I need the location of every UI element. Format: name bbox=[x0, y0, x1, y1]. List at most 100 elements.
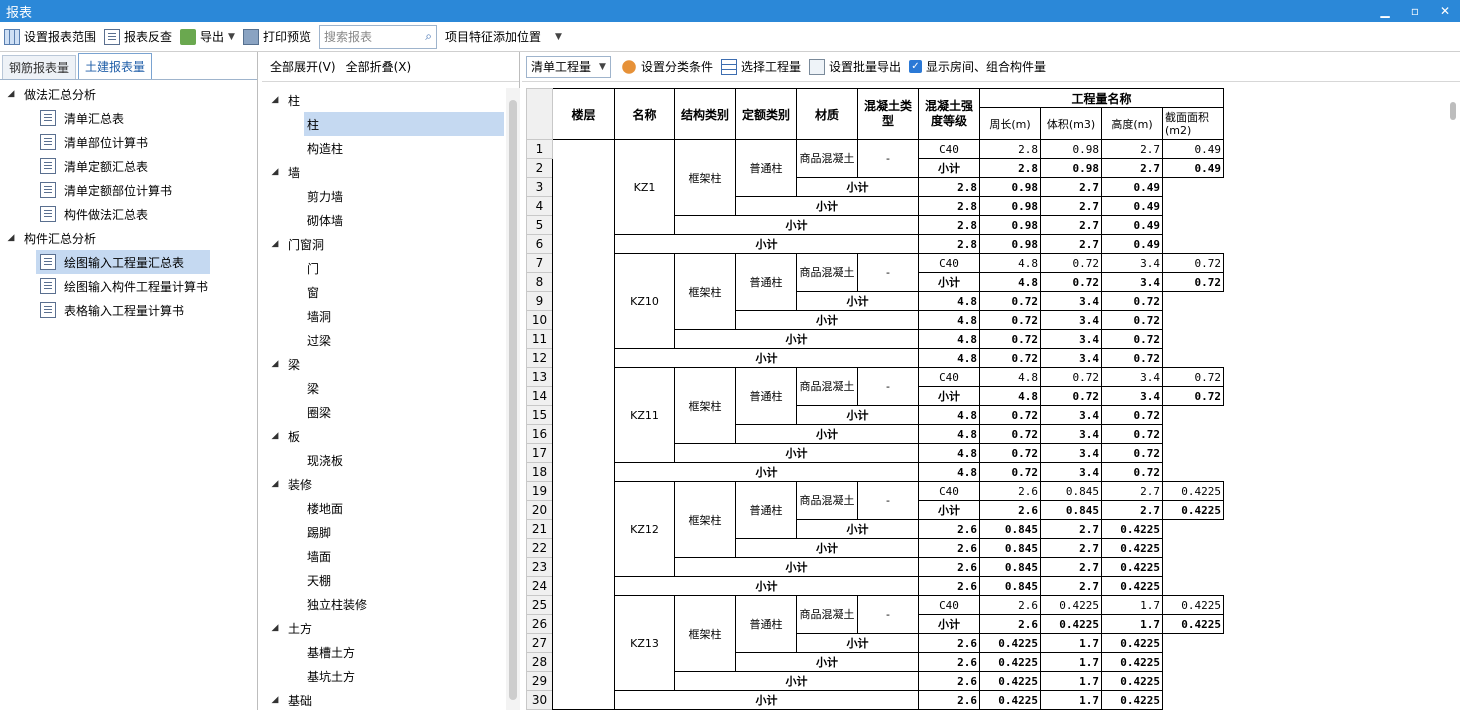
component-item[interactable]: 圈梁 bbox=[304, 400, 506, 424]
quantity-cell[interactable]: 0.98 bbox=[1040, 139, 1102, 159]
component-group[interactable]: ◢ 柱 bbox=[262, 88, 506, 112]
material-cell[interactable]: 商品混凝土 bbox=[796, 367, 858, 406]
quantity-cell[interactable]: 2.8 bbox=[979, 158, 1041, 178]
quantity-cell[interactable]: 3.4 bbox=[1040, 348, 1102, 368]
component-group[interactable]: ◢ 基础 bbox=[262, 688, 506, 710]
struct-type-cell[interactable]: 框架柱 bbox=[674, 139, 736, 216]
quantity-cell[interactable]: 2.6 bbox=[918, 557, 980, 577]
component-item[interactable]: 柱 bbox=[304, 112, 504, 136]
quantity-cell[interactable]: 0.98 bbox=[979, 234, 1041, 254]
quantity-cell[interactable]: 2.7 bbox=[1101, 481, 1163, 501]
quantity-cell[interactable]: 4.8 bbox=[918, 291, 980, 311]
component-item[interactable]: 门 bbox=[304, 256, 506, 280]
quantity-cell[interactable]: 0.4225 bbox=[979, 652, 1041, 672]
quantity-cell[interactable]: 0.72 bbox=[979, 348, 1041, 368]
quantity-cell[interactable]: 4.8 bbox=[979, 272, 1041, 292]
concrete-type-cell[interactable]: - bbox=[857, 139, 919, 178]
quantity-cell[interactable]: 2.6 bbox=[979, 595, 1041, 615]
material-cell[interactable]: 商品混凝土 bbox=[796, 139, 858, 178]
component-group[interactable]: ◢ 土方 bbox=[262, 616, 506, 640]
quantity-cell[interactable]: 2.8 bbox=[979, 139, 1041, 159]
struct-type-cell[interactable]: 框架柱 bbox=[674, 253, 736, 330]
component-item[interactable]: 墙洞 bbox=[304, 304, 506, 328]
quantity-cell[interactable]: 0.72 bbox=[1040, 367, 1102, 387]
report-item[interactable]: 清单汇总表 bbox=[36, 106, 257, 130]
collapse-all-button[interactable]: 全部折叠(X) bbox=[346, 58, 412, 75]
quantity-cell[interactable]: 2.8 bbox=[918, 234, 980, 254]
quantity-cell[interactable]: 1.7 bbox=[1040, 671, 1102, 691]
feature-position-dropdown[interactable]: 项目特征添加位置 ▼ bbox=[441, 25, 566, 49]
quota-type-cell[interactable]: 普通柱 bbox=[735, 253, 797, 311]
tab-civil-report[interactable]: 土建报表量 bbox=[78, 53, 153, 79]
report-item[interactable]: 构件做法汇总表 bbox=[36, 202, 257, 226]
concrete-type-cell[interactable]: - bbox=[857, 367, 919, 406]
quantity-cell[interactable]: 0.72 bbox=[979, 310, 1041, 330]
collapse-triangle-icon[interactable]: ◢ bbox=[268, 239, 282, 249]
quantity-cell[interactable]: 3.4 bbox=[1040, 291, 1102, 311]
component-group[interactable]: ◢ 板 bbox=[262, 424, 506, 448]
concrete-type-cell[interactable]: - bbox=[857, 253, 919, 292]
minimize-icon[interactable]: ▁ bbox=[1370, 0, 1400, 22]
quantity-cell[interactable]: 2.8 bbox=[918, 177, 980, 197]
quantity-cell[interactable]: 0.72 bbox=[979, 329, 1041, 349]
table-row[interactable]: 1 KZ1 框架柱 普通柱 商品混凝土 - C40 2.8 0.98 2.7 0.49 bbox=[526, 139, 1224, 710]
quantity-cell[interactable]: 2.7 bbox=[1040, 215, 1102, 235]
concrete-type-cell[interactable]: - bbox=[857, 595, 919, 634]
quantity-cell[interactable]: 3.4 bbox=[1040, 310, 1102, 330]
quantity-cell[interactable]: 2.6 bbox=[979, 500, 1041, 520]
material-cell[interactable]: 商品混凝土 bbox=[796, 481, 858, 520]
collapse-triangle-icon[interactable]: ◢ bbox=[4, 233, 18, 243]
quantity-cell[interactable]: 4.8 bbox=[918, 329, 980, 349]
quantity-cell[interactable]: 1.7 bbox=[1101, 595, 1163, 615]
quantity-cell[interactable]: 0.845 bbox=[979, 538, 1041, 558]
quantity-cell[interactable]: 0.72 bbox=[1040, 386, 1102, 406]
quantity-cell[interactable]: 2.7 bbox=[1101, 500, 1163, 520]
quantity-cell[interactable]: 0.845 bbox=[979, 576, 1041, 596]
quantity-cell[interactable]: 1.7 bbox=[1101, 614, 1163, 634]
quantity-cell[interactable]: 0.4225 bbox=[1162, 500, 1224, 520]
quantity-cell[interactable]: 0.49 bbox=[1101, 215, 1163, 235]
report-item[interactable]: 清单定额部位计算书 bbox=[36, 178, 257, 202]
select-quantity-button[interactable]: 选择工程量 bbox=[717, 55, 805, 79]
collapse-triangle-icon[interactable]: ◢ bbox=[268, 95, 282, 105]
component-group[interactable]: ◢ 梁 bbox=[262, 352, 506, 376]
quantity-cell[interactable]: 3.4 bbox=[1040, 405, 1102, 425]
quantity-cell[interactable]: 2.6 bbox=[918, 671, 980, 691]
quantity-cell[interactable]: 0.49 bbox=[1101, 234, 1163, 254]
reverse-check-button[interactable]: 报表反查 bbox=[100, 25, 176, 49]
set-category-button[interactable]: 设置分类条件 bbox=[617, 55, 717, 79]
quantity-cell[interactable]: 0.49 bbox=[1162, 139, 1224, 159]
search-report-input[interactable]: 搜索报表 ⌕ bbox=[318, 24, 437, 49]
quantity-cell[interactable]: 1.7 bbox=[1040, 633, 1102, 653]
component-name-cell[interactable]: KZ10 bbox=[614, 253, 675, 349]
restore-icon[interactable]: ▫ bbox=[1400, 0, 1430, 22]
report-item[interactable]: 表格输入工程量计算书 bbox=[36, 298, 257, 322]
quantity-cell[interactable]: 0.4225 bbox=[1162, 481, 1224, 501]
expand-all-button[interactable]: 全部展开(V) bbox=[270, 58, 336, 75]
component-tree-scrollbar[interactable] bbox=[506, 88, 520, 710]
report-group[interactable]: ◢ 构件汇总分析 bbox=[0, 226, 257, 250]
collapse-triangle-icon[interactable]: ◢ bbox=[268, 431, 282, 441]
quantity-cell[interactable]: 4.8 bbox=[979, 367, 1041, 387]
collapse-triangle-icon[interactable]: ◢ bbox=[4, 89, 18, 99]
quantity-cell[interactable]: 0.4225 bbox=[1040, 614, 1102, 634]
quantity-cell[interactable]: 2.8 bbox=[918, 196, 980, 216]
quantity-cell[interactable]: 2.7 bbox=[1040, 196, 1102, 216]
export-button[interactable]: 导出 ▼ bbox=[176, 25, 239, 49]
report-group[interactable]: ◢ 做法汇总分析 bbox=[0, 82, 257, 106]
quantity-cell[interactable]: 0.4225 bbox=[1162, 595, 1224, 615]
quantity-cell[interactable]: 1.7 bbox=[1040, 690, 1102, 710]
quantity-cell[interactable]: 4.8 bbox=[979, 253, 1041, 273]
component-group[interactable]: ◢ 装修 bbox=[262, 472, 506, 496]
struct-type-cell[interactable]: 框架柱 bbox=[674, 595, 736, 672]
component-item[interactable]: 砌体墙 bbox=[304, 208, 506, 232]
quantity-cell[interactable]: 1.7 bbox=[1040, 652, 1102, 672]
quota-type-cell[interactable]: 普通柱 bbox=[735, 367, 797, 425]
quantity-cell[interactable]: 0.72 bbox=[1162, 272, 1224, 292]
quantity-cell[interactable]: 2.7 bbox=[1040, 557, 1102, 577]
batch-export-button[interactable]: 设置批量导出 bbox=[805, 55, 905, 79]
quantity-cell[interactable]: 3.4 bbox=[1101, 367, 1163, 387]
quantity-cell[interactable]: 4.8 bbox=[918, 405, 980, 425]
concrete-grade-cell[interactable]: C40 bbox=[918, 481, 980, 501]
component-name-cell[interactable]: KZ1 bbox=[614, 139, 675, 235]
